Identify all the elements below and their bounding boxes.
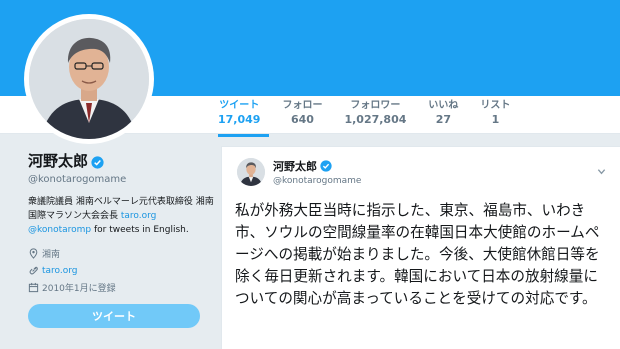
stat-followers[interactable]: フォロワー 1,027,804 bbox=[344, 99, 415, 137]
stat-likes[interactable]: いいね 27 bbox=[428, 99, 467, 137]
profile-location: 湘南 bbox=[28, 245, 218, 262]
stat-tweets[interactable]: ツイート 17,049 bbox=[218, 99, 270, 137]
tweet-card[interactable]: 河野太郎 @konotarogomame 私が外務大臣当時に指示した、東京、福島… bbox=[221, 146, 620, 349]
stat-value: 640 bbox=[290, 113, 314, 126]
stat-value: 27 bbox=[435, 113, 452, 126]
profile-handle[interactable]: @konotarogomame bbox=[28, 174, 218, 185]
bio-link-mention[interactable]: @konotaromp bbox=[28, 225, 91, 235]
stat-value: 1 bbox=[491, 113, 500, 126]
verified-badge-icon bbox=[320, 159, 333, 173]
profile-stats: ツイート 17,049 フォロー 640 フォロワー 1,027,804 いいね… bbox=[218, 99, 532, 137]
stat-label: ツイート bbox=[219, 100, 260, 111]
tweet-header: 河野太郎 @konotarogomame bbox=[237, 158, 361, 186]
stat-label: フォロワー bbox=[350, 100, 401, 111]
location-pin-icon bbox=[29, 248, 38, 259]
bio-suffix: for tweets in English. bbox=[91, 225, 189, 235]
website-link[interactable]: taro.org bbox=[42, 266, 78, 276]
stat-label: フォロー bbox=[282, 100, 323, 111]
calendar-icon bbox=[28, 282, 39, 293]
tweet-author: 河野太郎 @konotarogomame bbox=[273, 158, 361, 186]
stat-label: リスト bbox=[480, 100, 511, 111]
stat-value: 17,049 bbox=[218, 113, 261, 126]
profile-name-row: 河野太郎 bbox=[28, 150, 218, 171]
verified-badge-icon bbox=[91, 154, 104, 169]
tweet-author-name-row: 河野太郎 bbox=[273, 158, 361, 174]
profile-meta: 湘南 taro.org 2010年1月に登録 bbox=[28, 245, 218, 296]
profile-website: taro.org bbox=[28, 262, 218, 279]
profile-joined: 2010年1月に登録 bbox=[28, 279, 218, 296]
stat-value: 1,027,804 bbox=[344, 113, 407, 126]
profile-avatar[interactable] bbox=[24, 14, 154, 144]
stat-label: いいね bbox=[428, 100, 459, 111]
tweet-author-name[interactable]: 河野太郎 bbox=[273, 158, 317, 174]
tweet-text: 私が外務大臣当時に指示した、東京、福島市、いわき市、ソウルの空間線量率の在韓国日… bbox=[235, 202, 600, 307]
profile-sidebar: 河野太郎 @konotarogomame 衆議院議員 湘南ベルマーレ元代表取締役… bbox=[28, 150, 218, 328]
stat-following[interactable]: フォロー 640 bbox=[282, 99, 331, 137]
tweet-author-handle[interactable]: @konotarogomame bbox=[273, 176, 361, 186]
profile-name[interactable]: 河野太郎 bbox=[28, 150, 88, 171]
stat-lists[interactable]: リスト 1 bbox=[480, 99, 519, 137]
tweet-avatar[interactable] bbox=[237, 158, 265, 186]
chevron-down-icon[interactable] bbox=[597, 167, 606, 176]
bio-link-website[interactable]: taro.org bbox=[121, 211, 157, 221]
avatar-image bbox=[29, 19, 149, 139]
link-icon bbox=[29, 266, 38, 275]
profile-bio: 衆議院議員 湘南ベルマーレ元代表取締役 湘南国際マラソン大会会長 taro.or… bbox=[28, 195, 218, 237]
location-text: 湘南 bbox=[42, 250, 61, 260]
tweet-button[interactable]: ツイート bbox=[28, 304, 200, 328]
joined-text: 2010年1月に登録 bbox=[42, 284, 116, 294]
